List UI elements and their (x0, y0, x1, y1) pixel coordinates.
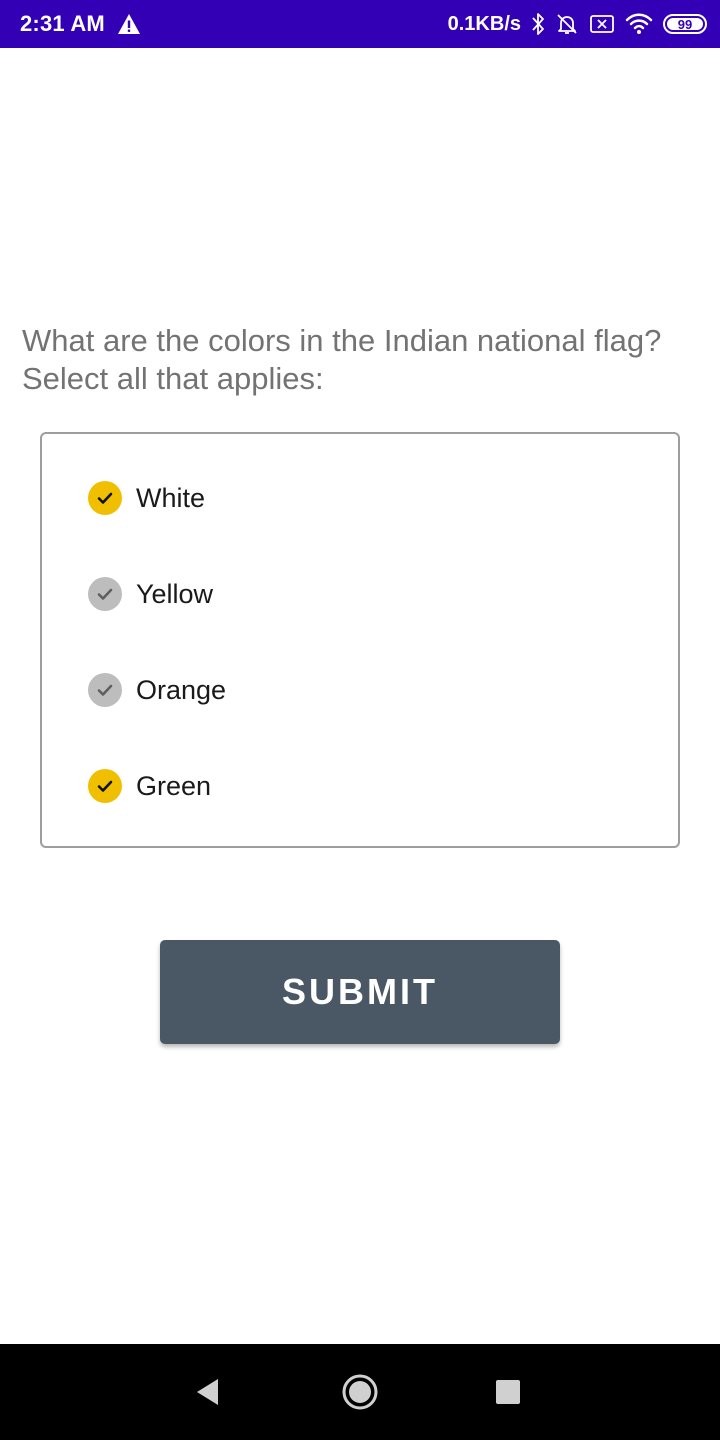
warning-icon (117, 13, 141, 35)
back-icon[interactable] (160, 1344, 256, 1440)
battery-indicator: 99 (663, 14, 707, 34)
check-circle-icon[interactable] (88, 673, 122, 707)
home-icon[interactable] (312, 1344, 408, 1440)
option-green[interactable]: Green (88, 766, 211, 806)
recents-icon[interactable] (460, 1344, 556, 1440)
option-label: Yellow (136, 578, 214, 609)
option-orange[interactable]: Orange (88, 670, 226, 710)
check-circle-icon[interactable] (88, 769, 122, 803)
screen: 2:31 AM 0.1KB/s 99 What are the colors i… (0, 0, 720, 1440)
option-label: Green (136, 770, 212, 801)
option-white[interactable]: White (88, 478, 205, 518)
question-line-1: What are the colors in the Indian nation… (22, 323, 662, 358)
check-circle-icon[interactable] (88, 577, 122, 611)
battery-level: 99 (677, 16, 693, 32)
wifi-icon (625, 13, 653, 35)
check-circle-icon[interactable] (88, 481, 122, 515)
bluetooth-icon (531, 12, 545, 36)
battery-icon: 99 (663, 14, 707, 34)
status-left: 2:31 AM (20, 0, 141, 48)
question-line-2: Select all that applies: (22, 361, 324, 396)
submit-button[interactable]: SUBMIT (160, 940, 560, 1044)
status-time: 2:31 AM (20, 11, 105, 36)
network-speed: 0.1KB/s (447, 12, 521, 35)
question-text: What are the colors in the Indian nation… (22, 322, 702, 398)
sim-off-icon (589, 13, 615, 35)
option-label: White (136, 482, 206, 513)
option-yellow[interactable]: Yellow (88, 574, 213, 614)
options-group: White Yellow Orange Green (40, 432, 680, 848)
status-right: 0.1KB/s 99 (447, 0, 707, 48)
alarm-off-icon (555, 12, 579, 36)
status-bar: 2:31 AM 0.1KB/s 99 (0, 0, 720, 48)
navigation-bar (0, 1344, 720, 1440)
option-label: Orange (136, 674, 227, 705)
